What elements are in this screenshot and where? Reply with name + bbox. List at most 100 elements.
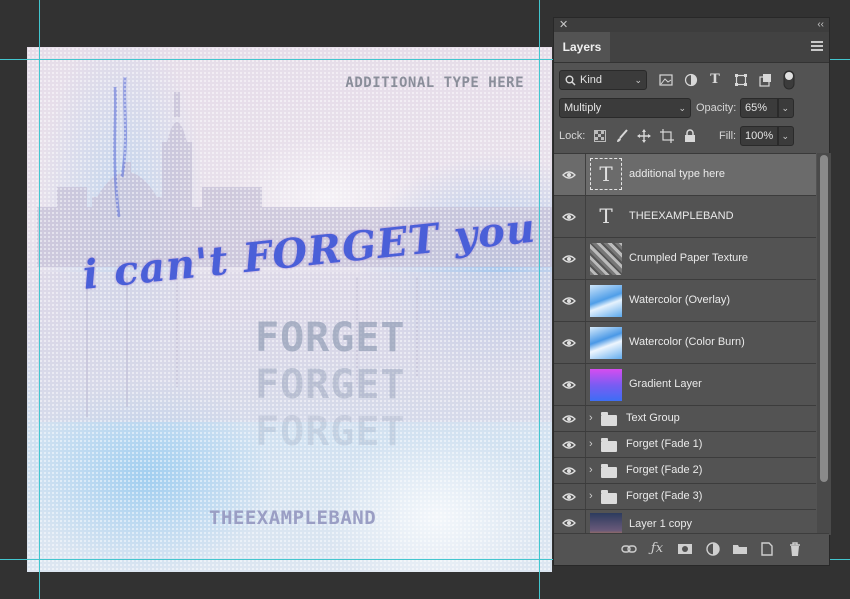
visibility-eye-icon[interactable] [561,280,577,321]
chevron-down-icon: ⌄ [781,131,789,141]
visibility-eye-icon[interactable] [561,432,577,457]
document-canvas[interactable]: ADDITIONAL TYPE HERE FORGET FORGET FORGE… [27,47,552,572]
new-adjustment-layer-icon[interactable] [704,540,722,558]
search-icon [565,75,576,86]
close-panel-icon[interactable]: ✕ [559,18,568,32]
visibility-eye-icon[interactable] [561,458,577,483]
text-layer-thumbnail-icon: T [599,204,613,228]
layers-scrollbar-thumb[interactable] [820,155,828,482]
trash-delete-icon[interactable] [786,540,804,558]
artwork-forget-fade-2: FORGET [255,362,406,408]
layer-row-crumpled-paper-texture[interactable]: Crumpled Paper Texture [554,238,816,280]
chevron-right-icon[interactable]: › [589,464,593,476]
layer-name: Layer 1 copy [629,518,692,530]
layer-name: Text Group [626,412,680,424]
fill-input[interactable]: 100% [740,126,778,146]
new-layer-icon[interactable] [758,540,776,558]
opacity-value: 65% [745,102,768,114]
visibility-eye-icon[interactable] [561,154,577,195]
chevron-down-icon: ⌄ [781,103,789,113]
new-group-folder-icon[interactable] [731,540,749,558]
lock-position-icon[interactable] [635,129,653,143]
filter-kind-value: Kind [580,74,603,86]
opacity-dropdown-button[interactable]: ⌄ [778,98,794,118]
layer-row-gradient-layer[interactable]: Gradient Layer [554,364,816,406]
layer-style-fx-icon[interactable]: ƒx [648,540,666,558]
lock-image-pixels-icon[interactable] [613,129,631,143]
fill-value: 100% [745,130,774,142]
visibility-eye-icon[interactable] [561,238,577,279]
layer-name: Watercolor (Overlay) [629,294,731,306]
blend-opacity-row: Multiply ⌄ Opacity: 65% ⌄ [554,98,829,120]
layers-list[interactable]: T additional type here T THEEXAMPLEBAND … [554,153,816,536]
layer-row-watercolor-overlay[interactable]: Watercolor (Overlay) [554,280,816,322]
filter-kind-dropdown[interactable]: Kind ⌄ [559,70,647,90]
visibility-eye-icon[interactable] [561,406,577,431]
artwork-forget-fade-3: FORGET [255,409,406,455]
lock-fill-row: Lock: Fill: 100% ⌄ [554,126,829,148]
folder-icon [601,490,617,504]
folder-icon [601,412,617,426]
texture-thumbnail [590,243,622,275]
watercolor-thumbnail [590,285,622,317]
fill-dropdown-button[interactable]: ⌄ [778,126,794,146]
layer-name: additional type here [629,168,726,180]
visibility-eye-icon[interactable] [561,484,577,509]
gradient-thumbnail [590,369,622,401]
layer-name: Gradient Layer [629,378,702,390]
layer-name: Crumpled Paper Texture [629,252,749,264]
blend-mode-value: Multiply [564,102,602,114]
layer-name: Forget (Fade 2) [626,464,703,476]
lock-artboard-icon[interactable] [658,129,676,143]
folder-icon [601,464,617,478]
layers-scrollbar[interactable] [817,153,831,535]
folder-icon [601,438,617,452]
artwork-forget-fade-1: FORGET [255,315,406,361]
chevron-right-icon[interactable]: › [589,438,593,450]
chevron-down-icon: ⌄ [634,75,642,85]
fill-label: Fill: [719,130,737,142]
filter-toggle-switch[interactable] [780,70,798,90]
lock-transparent-pixels-icon[interactable] [591,130,609,142]
vertical-guide-left[interactable] [39,0,40,599]
collapse-panel-icon[interactable]: ‹‹ [817,18,824,32]
layer-row-forget-fade-2[interactable]: › Forget (Fade 2) [554,458,816,484]
lock-all-icon[interactable] [681,129,699,143]
visibility-eye-icon[interactable] [561,322,577,363]
opacity-input[interactable]: 65% [740,98,778,118]
filter-type-icon[interactable]: T [706,70,724,90]
filter-adjustment-icon[interactable] [682,73,700,87]
visibility-eye-icon[interactable] [561,364,577,405]
filter-shape-icon[interactable] [732,73,750,87]
vertical-guide-right[interactable] [539,0,540,599]
chevron-right-icon[interactable]: › [589,412,593,424]
layer-row-watercolor-color-burn[interactable]: Watercolor (Color Burn) [554,322,816,364]
layer-row-forget-fade-1[interactable]: › Forget (Fade 1) [554,432,816,458]
visibility-eye-icon[interactable] [561,196,577,237]
panel-menu-icon[interactable] [811,41,823,53]
panel-title-strip: ✕ ‹‹ [554,18,829,32]
layer-row-additional-type-here[interactable]: T additional type here [554,154,816,196]
lock-label: Lock: [559,130,586,142]
link-layers-icon[interactable] [620,540,638,558]
artwork-band-name: THEEXAMPLEBAND [209,507,377,529]
layer-row-theexampleband[interactable]: T THEEXAMPLEBAND [554,196,816,238]
opacity-label: Opacity: [696,102,737,114]
halftone-overlay [27,47,552,572]
watercolor-thumbnail [590,327,622,359]
add-mask-icon[interactable] [676,540,694,558]
chevron-right-icon[interactable]: › [589,490,593,502]
artwork-additional-type: ADDITIONAL TYPE HERE [345,75,524,91]
layer-filter-row: Kind ⌄ T [554,66,829,94]
layers-panel: ✕ ‹‹ Layers Kind ⌄ T Multiply ⌄ Opacity:… [553,17,831,566]
layer-row-forget-fade-3[interactable]: › Forget (Fade 3) [554,484,816,510]
layers-panel-footer: ƒx [554,533,829,565]
panel-tab-bar: Layers [554,32,829,63]
blend-mode-dropdown[interactable]: Multiply ⌄ [559,98,691,118]
filter-smart-object-icon[interactable] [756,73,774,87]
filter-pixel-icon[interactable] [657,74,675,86]
tab-layers[interactable]: Layers [554,32,610,62]
text-layer-thumbnail-icon: T [590,158,622,190]
layer-row-text-group[interactable]: › Text Group [554,406,816,432]
layer-name: THEEXAMPLEBAND [629,210,734,222]
